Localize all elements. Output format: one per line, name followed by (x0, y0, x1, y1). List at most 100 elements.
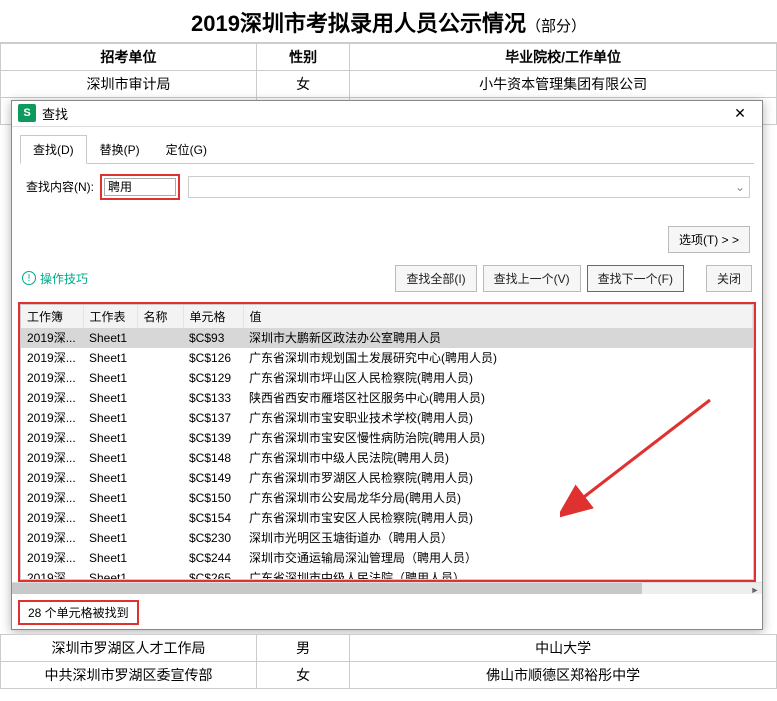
result-cell: Sheet1 (83, 568, 137, 579)
result-cell: $C$154 (183, 508, 243, 528)
result-cell: Sheet1 (83, 528, 137, 548)
result-cell: $C$137 (183, 408, 243, 428)
tab-bar: 查找(D) 替换(P) 定位(G) (12, 127, 762, 164)
result-cell: 广东省深圳市规划国土发展研究中心(聘用人员) (243, 348, 753, 368)
result-cell: 2019深... (21, 548, 83, 568)
result-cell: 广东省深圳市宝安区慢性病防治院(聘用人员) (243, 428, 753, 448)
result-cell (137, 408, 183, 428)
col-header: 性别 (257, 44, 350, 71)
result-row[interactable]: 2019深...Sheet1 $C$126广东省深圳市规划国土发展研究中心(聘用人… (21, 348, 753, 368)
app-icon: S (18, 104, 36, 122)
result-cell: Sheet1 (83, 488, 137, 508)
find-prev-button[interactable]: 查找上一个(V) (483, 265, 581, 292)
result-cell: Sheet1 (83, 448, 137, 468)
scroll-right-icon[interactable]: ► (748, 583, 762, 597)
result-cell: $C$129 (183, 368, 243, 388)
cell[interactable]: 深圳市审计局 (1, 71, 257, 98)
result-cell: 广东省深圳市坪山区人民检察院(聘用人员) (243, 368, 753, 388)
tab-goto[interactable]: 定位(G) (153, 135, 220, 164)
result-cell: 广东省深圳市宝安职业技术学校(聘用人员) (243, 408, 753, 428)
result-cell: 深圳市大鹏新区政法办公室聘用人员 (243, 328, 753, 348)
result-row[interactable]: 2019深...Sheet1$C$230深圳市光明区玉塘街道办（聘用人员） (21, 528, 753, 548)
result-cell: 2019深... (21, 468, 83, 488)
col-header: 毕业院校/工作单位 (350, 44, 777, 71)
options-button[interactable]: 选项(T) > > (668, 226, 750, 253)
cell[interactable]: 女 (257, 71, 350, 98)
find-next-button[interactable]: 查找下一个(F) (587, 265, 684, 292)
cell[interactable]: 中共深圳市罗湖区委宣传部 (1, 662, 257, 689)
result-cell: 广东省深圳市中级人民法院（聘用人员） (243, 568, 753, 579)
result-cell (137, 348, 183, 368)
search-dropdown[interactable]: ⌄ (188, 176, 750, 198)
result-row[interactable]: 2019深...Sheet1 $C$150广东省深圳市公安局龙华分局(聘用人员) (21, 488, 753, 508)
col-header: 招考单位 (1, 44, 257, 71)
result-cell (137, 368, 183, 388)
result-cell: 2019深... (21, 408, 83, 428)
result-cell (137, 488, 183, 508)
page-title: 2019深圳市考拟录用人员公示情况（部分） (0, 0, 777, 43)
cell[interactable]: 中山大学 (350, 635, 777, 662)
title-sub: （部分） (526, 18, 586, 35)
cell[interactable]: 深圳市罗湖区人才工作局 (1, 635, 257, 662)
col-cell[interactable]: 单元格 (183, 305, 243, 328)
horizontal-scrollbar[interactable]: ◄ ► (12, 582, 762, 594)
table-row[interactable]: 深圳市审计局女小牛资本管理集团有限公司 (1, 71, 777, 98)
result-cell: $C$149 (183, 468, 243, 488)
cell[interactable]: 小牛资本管理集团有限公司 (350, 71, 777, 98)
close-button[interactable]: 关闭 (706, 265, 752, 292)
result-cell: 2019深... (21, 488, 83, 508)
tips-link[interactable]: 操作技巧 (40, 270, 88, 287)
scrollbar-thumb[interactable] (12, 583, 642, 594)
col-sheet[interactable]: 工作表 (83, 305, 137, 328)
cell[interactable]: 男 (257, 635, 350, 662)
search-label: 查找内容(N): (26, 178, 94, 195)
status-text: 28 个单元格被找到 (18, 600, 139, 625)
result-cell: 2019深... (21, 388, 83, 408)
search-row: 查找内容(N): ⌄ (12, 164, 762, 206)
result-row[interactable]: 2019深...Sheet1 $C$137广东省深圳市宝安职业技术学校(聘用人员) (21, 408, 753, 428)
table-row[interactable]: 中共深圳市罗湖区委宣传部女佛山市顺德区郑裕彤中学 (1, 662, 777, 689)
result-row[interactable]: 2019深...Sheet1$C$139广东省深圳市宝安区慢性病防治院(聘用人员… (21, 428, 753, 448)
title-main: 2019深圳市考拟录用人员公示情况 (191, 11, 526, 36)
results-table: 工作簿 工作表 名称 单元格 值 2019深...Sheet1$C$93深圳市大… (20, 304, 754, 580)
result-row[interactable]: 2019深...Sheet1$C$265广东省深圳市中级人民法院（聘用人员） (21, 568, 753, 579)
result-cell: Sheet1 (83, 408, 137, 428)
table-row[interactable]: 深圳市罗湖区人才工作局男中山大学 (1, 635, 777, 662)
result-cell: 2019深... (21, 508, 83, 528)
col-workbook[interactable]: 工作簿 (21, 305, 83, 328)
find-all-button[interactable]: 查找全部(I) (395, 265, 476, 292)
results-highlight: 工作簿 工作表 名称 单元格 值 2019深...Sheet1$C$93深圳市大… (18, 302, 756, 582)
close-icon[interactable]: ✕ (724, 101, 756, 125)
result-cell: 2019深... (21, 428, 83, 448)
result-row[interactable]: 2019深...Sheet1$C$93深圳市大鹏新区政法办公室聘用人员 (21, 328, 753, 348)
result-row[interactable]: 2019深...Sheet1$C$244深圳市交通运输局深汕管理局（聘用人员） (21, 548, 753, 568)
col-value[interactable]: 值 (243, 305, 753, 328)
cell[interactable]: 女 (257, 662, 350, 689)
tab-find[interactable]: 查找(D) (20, 135, 87, 164)
result-cell: $C$150 (183, 488, 243, 508)
search-input[interactable] (104, 178, 176, 196)
result-cell: Sheet1 (83, 348, 137, 368)
result-cell (137, 568, 183, 579)
result-row[interactable]: 2019深...Sheet1$C$129广东省深圳市坪山区人民检察院(聘用人员) (21, 368, 753, 388)
result-cell: 2019深... (21, 348, 83, 368)
result-cell: 2019深... (21, 328, 83, 348)
result-cell: 2019深... (21, 568, 83, 579)
result-row[interactable]: 2019深...Sheet1$C$133陕西省西安市雁塔区社区服务中心(聘用人员… (21, 388, 753, 408)
result-cell: 广东省深圳市公安局龙华分局(聘用人员) (243, 488, 753, 508)
result-cell: $C$126 (183, 348, 243, 368)
result-cell: Sheet1 (83, 428, 137, 448)
result-cell: $C$230 (183, 528, 243, 548)
result-cell (137, 468, 183, 488)
cell[interactable]: 佛山市顺德区郑裕彤中学 (350, 662, 777, 689)
results-scroll[interactable]: 工作簿 工作表 名称 单元格 值 2019深...Sheet1$C$93深圳市大… (21, 305, 753, 579)
result-cell: Sheet1 (83, 328, 137, 348)
result-row[interactable]: 2019深...Sheet1$C$148广东省深圳市中级人民法院(聘用人员) (21, 448, 753, 468)
result-cell (137, 548, 183, 568)
result-row[interactable]: 2019深...Sheet1$C$149广东省深圳市罗湖区人民检察院(聘用人员) (21, 468, 753, 488)
col-name[interactable]: 名称 (137, 305, 183, 328)
result-row[interactable]: 2019深...Sheet1$C$154广东省深圳市宝安区人民检察院(聘用人员) (21, 508, 753, 528)
tab-replace[interactable]: 替换(P) (87, 135, 153, 164)
result-cell (137, 528, 183, 548)
result-cell: Sheet1 (83, 548, 137, 568)
